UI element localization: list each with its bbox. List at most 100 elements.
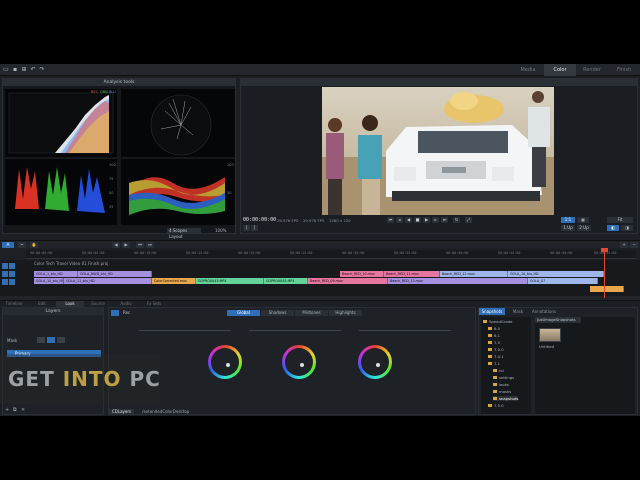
import-icon[interactable]: ⊞	[21, 67, 27, 73]
tab-mask[interactable]: Mask	[505, 308, 531, 315]
timeline-clip[interactable]: GOLA_NWD_blu_HD	[78, 271, 152, 277]
tree-folder-item[interactable]: snapshots	[493, 396, 519, 401]
timeline-zoom-out-button[interactable]: −	[630, 242, 638, 248]
timeline-zoom-in-button[interactable]: +	[620, 242, 628, 248]
timeline-razor-tool[interactable]: ✂	[18, 242, 26, 248]
gamma-wheel-puck[interactable]	[300, 363, 304, 367]
timeline-clip[interactable]	[590, 286, 624, 292]
timeline-ruler[interactable]: 00:00:00:00 00:00:05:00 00:00:10:00 00:0…	[26, 250, 636, 259]
undo-icon[interactable]: ↶	[30, 67, 36, 73]
viewer-1up-button[interactable]: 1 Up	[561, 225, 575, 231]
tab-highlights[interactable]: Highlights	[329, 310, 363, 316]
track-visibility-toggle[interactable]	[2, 279, 8, 285]
tree-folder-item[interactable]: 6.0	[488, 326, 500, 331]
timeline-prev-button[interactable]: ◀	[112, 242, 120, 248]
timeline-select-tool[interactable]: A	[2, 242, 14, 248]
tab-annotations[interactable]: Annotations	[531, 308, 557, 315]
viewer-split-button[interactable]: ◧	[607, 225, 619, 231]
timeline-clip[interactable]: Beach_RED_11.mov	[384, 271, 440, 277]
mask-none-swatch[interactable]	[37, 337, 45, 343]
fullscreen-button[interactable]: ⤢	[465, 217, 472, 223]
duplicate-layer-icon[interactable]: ⧉	[13, 408, 19, 413]
snapshot-folder-tab[interactable]: JustImageSnapshots	[535, 317, 581, 323]
track-visibility-toggle[interactable]	[2, 263, 8, 269]
tree-folder-item[interactable]: 7.5.0	[488, 403, 504, 408]
tab-snapshots[interactable]: Snapshots	[479, 308, 505, 315]
tree-folder-item[interactable]: masks	[493, 389, 511, 394]
viewer-zoom-1-1-button[interactable]: 1:1	[561, 217, 575, 223]
timeline-hand-tool[interactable]: ✋	[30, 242, 38, 248]
timeline-clip[interactable]: Beach_RED_10.mov	[340, 271, 384, 277]
timeline-clip[interactable]: Beach_RED_12.mov	[440, 271, 508, 277]
mode-tab-color[interactable]: Color	[544, 64, 576, 76]
viewer-compare-button[interactable]: ◨	[621, 225, 633, 231]
viewer-mark-out-button[interactable]: ]	[251, 225, 258, 231]
timeline-clip[interactable]: GOLA_07	[528, 278, 598, 284]
gain-wheel-puck[interactable]	[376, 363, 380, 367]
delete-layer-icon[interactable]: ×	[21, 408, 27, 413]
tab-midtones[interactable]: Midtones	[295, 310, 329, 316]
track-lock-toggle[interactable]	[9, 279, 15, 285]
open-folder-icon[interactable]: ▭	[3, 67, 9, 73]
timeline-prev-edit-button[interactable]: ⏮	[136, 242, 144, 248]
tree-folder-item[interactable]: 7.0.0	[488, 347, 504, 352]
timeline-clip[interactable]: ColorCorrected.mov	[152, 278, 196, 284]
gain-wheel-ring[interactable]	[358, 345, 392, 379]
viewer-fit-dropdown[interactable]: Fit	[607, 217, 633, 223]
timeline-next-edit-button[interactable]: ⏭	[146, 242, 154, 248]
offset-wheel-ring[interactable]	[208, 345, 242, 379]
step-forward-button[interactable]: ▸	[432, 217, 439, 223]
gain-wheel[interactable]	[355, 342, 395, 382]
viewer-mark-in-button[interactable]: [	[243, 225, 250, 231]
path-segment[interactable]: /extendedColorDesktop	[138, 409, 189, 415]
viewer-grid-button[interactable]: ▦	[577, 217, 589, 223]
tab-global[interactable]: Global	[227, 310, 261, 316]
go-to-start-button[interactable]: ⏮	[387, 217, 394, 223]
track-lock-toggle[interactable]	[9, 263, 15, 269]
offset-slider[interactable]	[139, 330, 231, 331]
snapshot-thumbnail[interactable]	[539, 328, 561, 342]
gain-slider[interactable]	[359, 330, 451, 331]
mode-tab-render[interactable]: Render	[576, 64, 608, 76]
timeline-clip[interactable]: GOLA_10_blu_HD	[508, 271, 604, 277]
tree-folder-item[interactable]: looks	[493, 382, 509, 387]
offset-wheel-puck[interactable]	[226, 363, 230, 367]
step-back-button[interactable]: ◂	[396, 217, 403, 223]
timeline-clip[interactable]: GOLA_10_blu_HD	[34, 278, 64, 284]
viewer-2up-button[interactable]: 2 Up	[577, 225, 591, 231]
gamma-wheel-ring[interactable]	[282, 345, 316, 379]
mode-tab-media[interactable]: Media	[512, 64, 544, 76]
track-lock-toggle[interactable]	[9, 271, 15, 277]
gamma-wheel[interactable]	[279, 342, 319, 382]
loop-button[interactable]: ↻	[453, 217, 460, 223]
tree-folder-item[interactable]: 7.0.1	[488, 354, 504, 359]
tree-folder-item[interactable]: lut	[493, 368, 504, 373]
tree-folder-item[interactable]: SpeedGrade	[483, 319, 512, 324]
tree-folder-item[interactable]: settings	[493, 375, 514, 380]
scopes-zoom-value[interactable]: 100%	[215, 228, 226, 233]
mask-active-swatch[interactable]	[47, 337, 55, 343]
tab-shadows[interactable]: Shadows	[261, 310, 295, 316]
playhead[interactable]	[604, 248, 605, 298]
save-icon[interactable]: ▪	[12, 67, 18, 73]
tree-folder-item[interactable]: 7.0	[488, 340, 500, 345]
path-segment[interactable]: CDLayers	[109, 409, 135, 415]
redo-icon[interactable]: ↷	[39, 67, 45, 73]
track-visibility-toggle[interactable]	[2, 271, 8, 277]
color-mode-toggle[interactable]	[111, 310, 119, 316]
mode-tab-finish[interactable]: Finish	[608, 64, 640, 76]
timeline-clip[interactable]: GOPRO0045.MP4	[264, 278, 308, 284]
tree-folder-item[interactable]: 6.1	[488, 333, 500, 338]
play-reverse-button[interactable]: ◀	[405, 217, 412, 223]
gamma-slider[interactable]	[249, 330, 341, 331]
offset-wheel[interactable]	[205, 342, 245, 382]
timeline-clip[interactable]: GOLA_11_blu_HD	[64, 278, 152, 284]
tree-folder-item[interactable]: 7.1	[488, 361, 500, 366]
add-layer-icon[interactable]: +	[5, 408, 11, 413]
timeline-clip[interactable]: GOLA_1_blu_HD	[34, 271, 78, 277]
timeline-clip[interactable]: GOPRO0043.MP4	[196, 278, 264, 284]
timeline-clip[interactable]: Beach_RED_09.mov	[308, 278, 388, 284]
go-to-end-button[interactable]: ⏭	[441, 217, 448, 223]
play-button[interactable]: ▶	[423, 217, 430, 223]
timeline-clip[interactable]: Beach_RED_13.mov	[388, 278, 528, 284]
